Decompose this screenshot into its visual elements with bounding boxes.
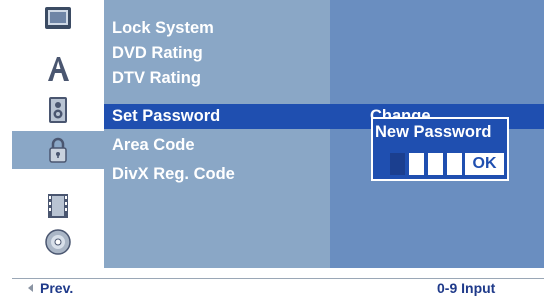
password-digit-4[interactable] (447, 153, 462, 175)
menu-item-set-password[interactable]: Set Password (104, 104, 330, 129)
option-panel: Change New Password OK (330, 0, 544, 268)
ok-button[interactable]: OK (465, 153, 504, 175)
menu-item-lock-system[interactable]: Lock System (104, 16, 330, 41)
speaker-icon (49, 97, 67, 123)
input-hint: 0-9 Input (437, 280, 496, 296)
dialog-title: New Password (375, 123, 492, 141)
password-digit-3[interactable] (428, 153, 443, 175)
menu-item-dvd-rating[interactable]: DVD Rating (104, 41, 330, 66)
film-icon (48, 194, 68, 218)
category-others[interactable] (12, 187, 104, 225)
category-disc[interactable] (12, 223, 104, 261)
prev-hint: Prev. (40, 280, 74, 296)
new-password-dialog: New Password OK (371, 117, 509, 181)
menu-item-divx-reg-code[interactable]: DivX Reg. Code (104, 162, 330, 187)
category-display[interactable] (12, 0, 104, 38)
left-arrow-icon (28, 284, 33, 292)
lock-icon (49, 137, 67, 163)
category-language[interactable] (12, 50, 104, 88)
language-icon (48, 57, 69, 81)
category-audio[interactable] (12, 91, 104, 129)
settings-menu: Lock System DVD Rating DTV Rating Set Pa… (104, 0, 330, 268)
menu-item-dtv-rating[interactable]: DTV Rating (104, 66, 330, 91)
setup-menu-screen: Lock System DVD Rating DTV Rating Set Pa… (0, 0, 544, 298)
footer-hint-bar: Prev. 0-9 Input (12, 278, 544, 298)
disc-icon (45, 229, 71, 255)
password-digit-2[interactable] (409, 153, 424, 175)
category-icon-column (12, 0, 104, 268)
password-digit-1[interactable] (390, 153, 405, 175)
tv-icon (45, 7, 71, 29)
menu-item-area-code[interactable]: Area Code (104, 133, 330, 158)
category-lock[interactable] (12, 131, 104, 169)
